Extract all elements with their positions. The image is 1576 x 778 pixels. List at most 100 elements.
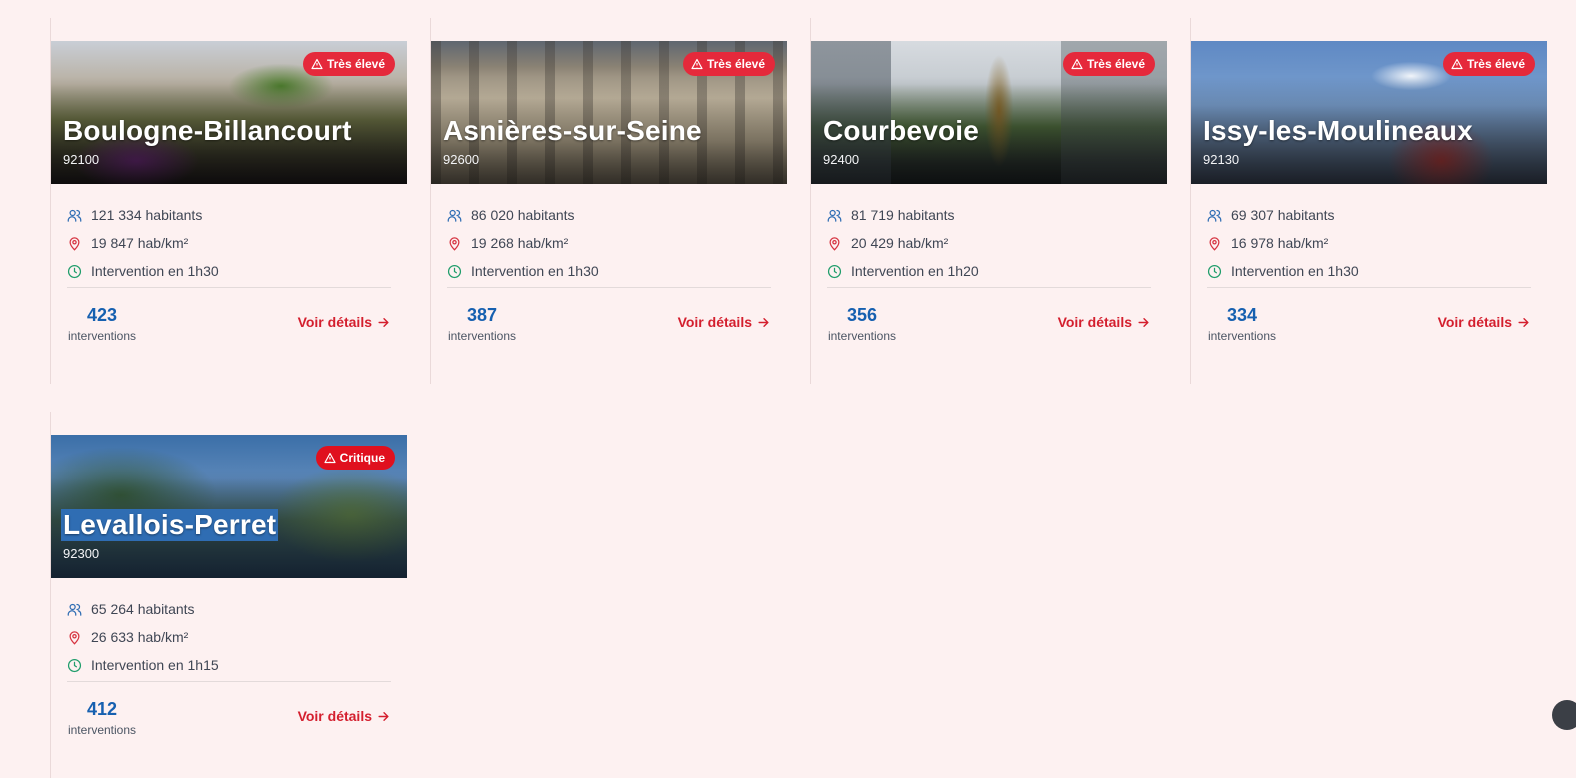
population-row: 121 334 habitants — [67, 201, 391, 229]
map-pin-icon — [69, 236, 80, 251]
people-icon — [67, 209, 82, 222]
city-stats: 81 719 habitants 20 429 hab/km² Interven… — [827, 201, 1151, 285]
postal-code: 92100 — [63, 152, 100, 167]
city-card[interactable]: Boulogne-Billancourt 92100 Très élevé 12… — [50, 18, 407, 384]
interventions-count-label: interventions — [67, 723, 137, 737]
warning-triangle-icon — [1451, 58, 1463, 70]
card-divider — [67, 681, 391, 682]
population-row: 81 719 habitants — [827, 201, 1151, 229]
density-text: 19 847 hab/km² — [91, 235, 189, 251]
clock-icon — [827, 264, 842, 278]
arrow-right-icon — [378, 711, 389, 721]
postal-code: 92600 — [443, 152, 480, 167]
city-name: Issy-les-Moulineaux — [1203, 115, 1473, 146]
map-pin-icon — [449, 236, 460, 251]
view-details-link[interactable]: Voir détails — [1438, 314, 1530, 330]
density-row: 26 633 hab/km² — [67, 623, 391, 651]
density-text: 19 268 hab/km² — [471, 235, 569, 251]
arrow-right-icon — [1138, 317, 1149, 327]
city-photo: Courbevoie 92400 Très élevé — [811, 41, 1167, 184]
risk-badge-label: Très élevé — [1466, 57, 1525, 71]
city-photo: Asnières-sur-Seine 92600 Très élevé — [431, 41, 787, 184]
view-details-label: Voir détails — [1437, 314, 1512, 330]
intervention-row: Intervention en 1h15 — [67, 651, 391, 679]
density-text: 20 429 hab/km² — [851, 235, 949, 251]
density-row: 20 429 hab/km² — [827, 229, 1151, 257]
warning-triangle-icon — [691, 58, 703, 70]
card-divider — [447, 287, 771, 288]
risk-badge-label: Très élevé — [706, 57, 765, 71]
city-name: Levallois-Perret — [61, 509, 279, 541]
map-pin-icon — [829, 236, 840, 251]
city-card[interactable]: Issy-les-Moulineaux 92130 Très élevé 69 … — [1190, 18, 1547, 384]
card-divider — [827, 287, 1151, 288]
arrow-right-icon — [378, 317, 389, 327]
intervention-time-text: Intervention en 1h20 — [851, 263, 979, 279]
city-photo: Issy-les-Moulineaux 92130 Très élevé — [1191, 41, 1547, 184]
population-row: 86 020 habitants — [447, 201, 771, 229]
people-icon — [447, 209, 462, 222]
map-pin-icon — [1209, 236, 1220, 251]
interventions-count-label: interventions — [1207, 329, 1277, 343]
view-details-label: Voir détails — [297, 314, 372, 330]
city-card[interactable]: Levallois-Perret 92300 Critique 65 264 h… — [50, 412, 407, 778]
interventions-count-value: 423 — [86, 305, 118, 325]
view-details-label: Voir détails — [1057, 314, 1132, 330]
risk-badge: Très élevé — [302, 52, 395, 76]
city-name: Boulogne-Billancourt — [63, 115, 352, 146]
city-stats: 65 264 habitants 26 633 hab/km² Interven… — [67, 595, 391, 679]
density-text: 26 633 hab/km² — [91, 629, 189, 645]
population-text: 69 307 habitants — [1231, 207, 1335, 223]
risk-badge: Très élevé — [1442, 52, 1535, 76]
view-details-label: Voir détails — [297, 708, 372, 724]
city-card[interactable]: Courbevoie 92400 Très élevé 81 719 habit… — [810, 18, 1167, 384]
interventions-count: 423 interventions — [67, 305, 137, 343]
arrow-right-icon — [758, 317, 769, 327]
intervention-row: Intervention en 1h30 — [447, 257, 771, 285]
interventions-count-label: interventions — [447, 329, 517, 343]
map-pin-icon — [69, 630, 80, 645]
people-icon — [67, 603, 82, 616]
arrow-right-icon — [1518, 317, 1529, 327]
view-details-link[interactable]: Voir détails — [298, 314, 390, 330]
people-icon — [827, 209, 842, 222]
interventions-count: 387 interventions — [447, 305, 517, 343]
city-name: Asnières-sur-Seine — [443, 115, 702, 146]
interventions-count-value: 412 — [86, 699, 118, 719]
warning-triangle-icon — [1071, 58, 1083, 70]
density-row: 19 847 hab/km² — [67, 229, 391, 257]
risk-badge-label: Très élevé — [1086, 57, 1145, 71]
intervention-time-text: Intervention en 1h15 — [91, 657, 219, 673]
interventions-count: 356 interventions — [827, 305, 897, 343]
population-text: 86 020 habitants — [471, 207, 575, 223]
warning-triangle-icon — [311, 58, 323, 70]
city-name: Courbevoie — [823, 115, 980, 146]
intervention-row: Intervention en 1h20 — [827, 257, 1151, 285]
view-details-link[interactable]: Voir détails — [678, 314, 770, 330]
risk-badge: Critique — [315, 446, 395, 470]
city-card[interactable]: Asnières-sur-Seine 92600 Très élevé 86 0… — [430, 18, 787, 384]
view-details-link[interactable]: Voir détails — [1058, 314, 1150, 330]
card-divider — [1207, 287, 1531, 288]
density-row: 19 268 hab/km² — [447, 229, 771, 257]
clock-icon — [1207, 264, 1222, 278]
interventions-count-value: 356 — [846, 305, 878, 325]
density-row: 16 978 hab/km² — [1207, 229, 1531, 257]
risk-badge: Très élevé — [1062, 52, 1155, 76]
city-stats: 86 020 habitants 19 268 hab/km² Interven… — [447, 201, 771, 285]
risk-badge-label: Critique — [339, 451, 385, 465]
floating-action-button[interactable] — [1552, 700, 1576, 730]
city-stats: 121 334 habitants 19 847 hab/km² Interve… — [67, 201, 391, 285]
people-icon — [1207, 209, 1222, 222]
interventions-count-value: 334 — [1226, 305, 1258, 325]
population-text: 81 719 habitants — [851, 207, 955, 223]
population-row: 65 264 habitants — [67, 595, 391, 623]
card-divider — [67, 287, 391, 288]
clock-icon — [67, 658, 82, 672]
population-row: 69 307 habitants — [1207, 201, 1531, 229]
view-details-link[interactable]: Voir détails — [298, 708, 390, 724]
city-photo: Boulogne-Billancourt 92100 Très élevé — [51, 41, 407, 184]
intervention-time-text: Intervention en 1h30 — [471, 263, 599, 279]
city-card-grid: Boulogne-Billancourt 92100 Très élevé 12… — [50, 18, 1547, 778]
intervention-time-text: Intervention en 1h30 — [1231, 263, 1359, 279]
